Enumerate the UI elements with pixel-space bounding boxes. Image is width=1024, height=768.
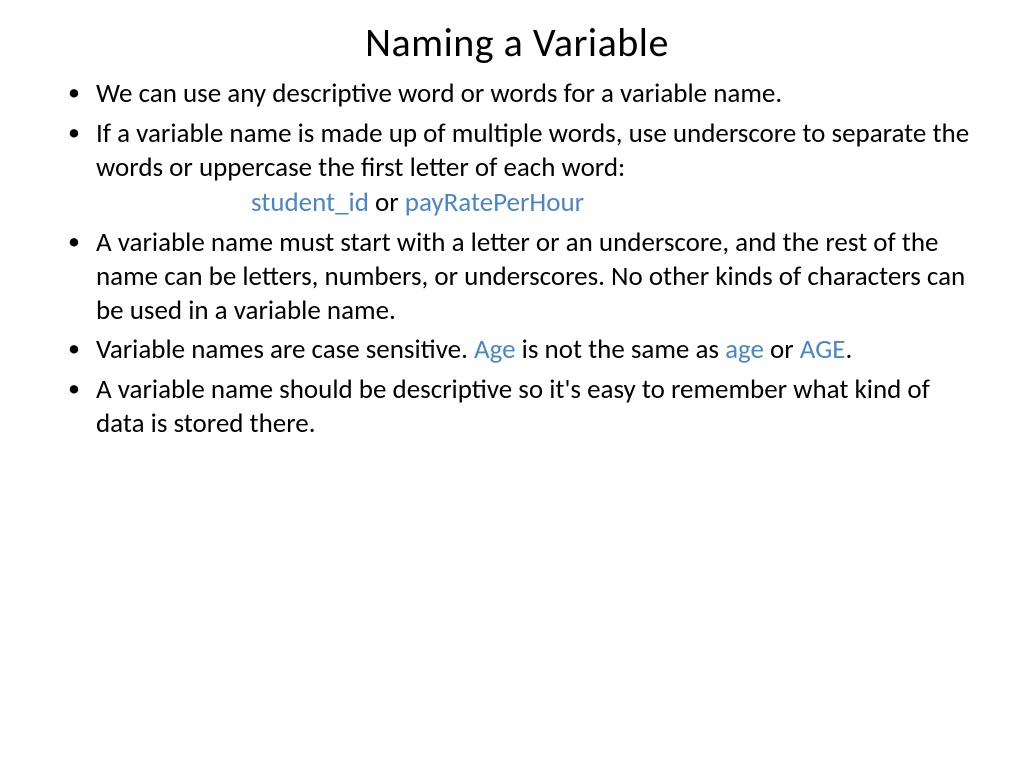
code-example: student_id: [251, 186, 369, 219]
code-example: payRatePerHour: [405, 186, 584, 219]
code-example-line: student_id or payRatePerHour: [96, 186, 974, 220]
code-inline: AGE: [800, 333, 846, 366]
text-fragment: or: [764, 333, 800, 366]
text-fragment: Variable names are case sensitive.: [96, 333, 474, 366]
slide-title: Naming a Variable: [60, 18, 974, 67]
list-item: Variable names are case sensitive. Age i…: [60, 333, 974, 367]
list-item-text: If a variable name is made up of multipl…: [96, 117, 969, 184]
code-inline: age: [725, 333, 764, 366]
text-fragment: .: [845, 333, 852, 366]
list-item: We can use any descriptive word or words…: [60, 77, 974, 111]
code-inline: Age: [474, 333, 516, 366]
list-item: If a variable name is made up of multipl…: [60, 117, 974, 220]
text-fragment: is not the same as: [516, 333, 726, 366]
list-item: A variable name should be descriptive so…: [60, 373, 974, 441]
bullet-list: We can use any descriptive word or words…: [60, 77, 974, 441]
separator-text: or: [369, 186, 405, 219]
list-item: A variable name must start with a letter…: [60, 226, 974, 327]
